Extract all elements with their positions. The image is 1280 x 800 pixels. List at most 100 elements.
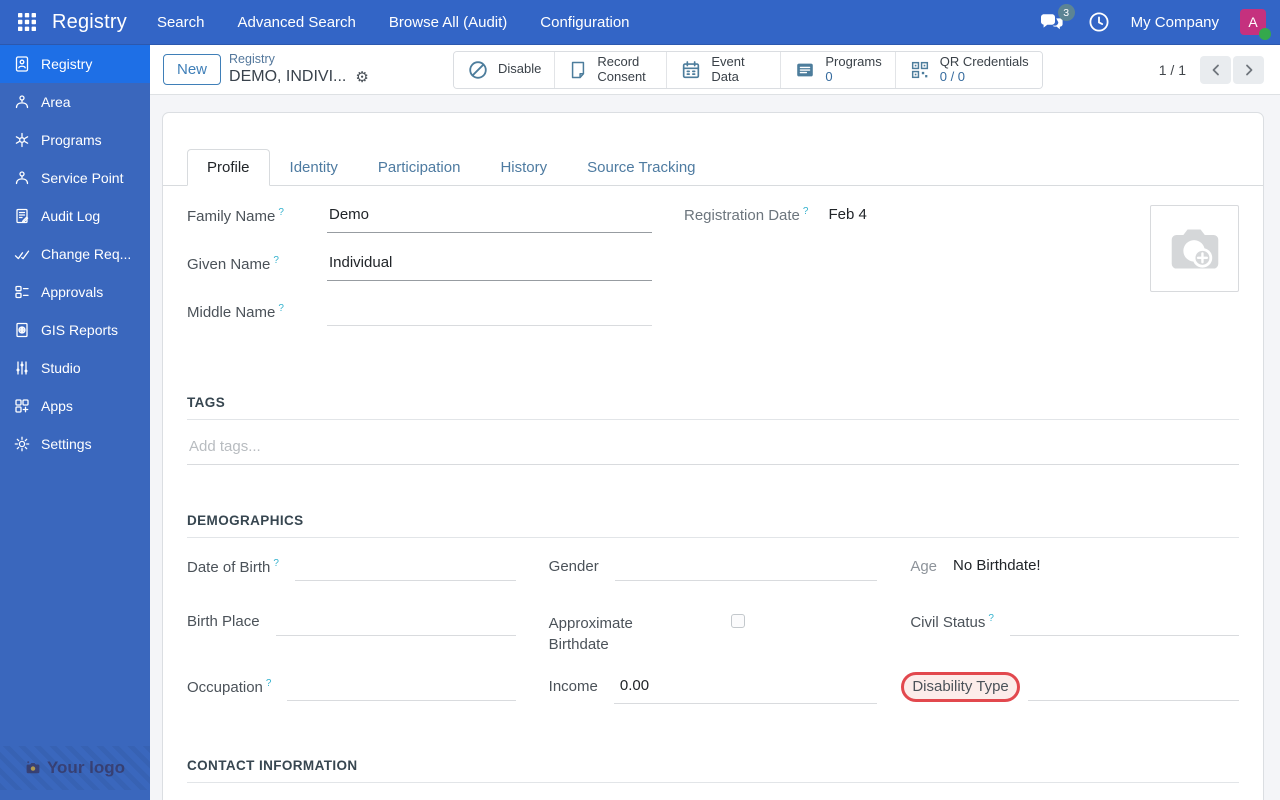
breadcrumb-parent-link[interactable]: Registry: [229, 52, 381, 67]
disability-type-highlight-ring: Disability Type: [901, 672, 1020, 702]
tab-participation[interactable]: Participation: [358, 149, 481, 186]
family-name-input[interactable]: Demo: [327, 206, 652, 233]
occupation-label: Occupation?: [187, 678, 272, 696]
tags-input[interactable]: [187, 438, 1239, 465]
sidebar-item-studio[interactable]: Studio: [0, 349, 150, 387]
logo-placeholder: Your logo: [0, 746, 150, 790]
clock-glyph: [1089, 12, 1109, 32]
button-label: QR Credentials: [939, 53, 1029, 69]
help-marker: ?: [802, 206, 809, 217]
menu-search[interactable]: Search: [149, 10, 213, 35]
list-card-icon: [797, 63, 814, 76]
messages-icon[interactable]: 3: [1039, 4, 1075, 34]
pager: 1 / 1: [1159, 55, 1264, 84]
help-marker: ?: [278, 303, 284, 314]
actions-gear-icon[interactable]: ⚙: [355, 70, 368, 85]
date-of-birth-label: Date of Birth?: [187, 558, 279, 576]
button-label: Disable: [498, 61, 542, 77]
pager-next-button[interactable]: [1233, 55, 1264, 84]
menu-browse-all-audit[interactable]: Browse All (Audit): [381, 10, 515, 35]
chat-badge: 3: [1057, 4, 1075, 21]
sidebar-item-registry[interactable]: Registry: [0, 45, 150, 83]
help-marker: ?: [988, 613, 994, 624]
button-label: Programs: [825, 53, 882, 69]
menu-advanced-search[interactable]: Advanced Search: [229, 10, 363, 35]
programs-button[interactable]: Programs 0: [781, 51, 896, 88]
registration-date-value: Feb 4: [828, 206, 867, 223]
action-button-group: Disable Record Consent Event Data Progra…: [453, 50, 1043, 89]
app-title[interactable]: Registry: [52, 11, 127, 34]
activities-clock-icon[interactable]: [1088, 11, 1110, 33]
record-consent-button[interactable]: Record Consent: [555, 51, 668, 88]
sidebar-item-label: Apps: [41, 398, 73, 414]
help-marker: ?: [278, 207, 284, 218]
middle-name-label: Middle Name?: [187, 303, 284, 321]
occupation-input[interactable]: [287, 677, 516, 701]
grid-glyph: [18, 13, 36, 31]
family-name-label: Family Name?: [187, 207, 284, 225]
given-name-input[interactable]: Individual: [327, 254, 652, 281]
chevron-left-icon: [1212, 64, 1219, 75]
photo-upload-placeholder[interactable]: [1150, 205, 1239, 292]
sidebar-item-apps[interactable]: Apps: [0, 387, 150, 425]
sidebar-item-approvals[interactable]: Approvals: [0, 273, 150, 311]
sidebar-item-area[interactable]: Area: [0, 83, 150, 121]
sidebar-item-change-requests[interactable]: Change Req...: [0, 235, 150, 273]
approval-list-icon: [15, 285, 29, 299]
disable-button[interactable]: Disable: [454, 51, 556, 88]
event-data-button[interactable]: Event Data: [667, 51, 782, 88]
sidebar-item-service-point[interactable]: Service Point: [0, 159, 150, 197]
civil-status-input[interactable]: [1009, 612, 1239, 636]
sidebar-item-label: Programs: [41, 132, 102, 148]
top-menu: Search Advanced Search Browse All (Audit…: [149, 10, 638, 35]
gender-input[interactable]: [614, 557, 878, 581]
sidebar-item-label: Studio: [41, 360, 81, 376]
date-of-birth-input[interactable]: [294, 557, 516, 581]
main-content: Profile Identity Participation History S…: [150, 95, 1280, 800]
menu-configuration[interactable]: Configuration: [532, 10, 637, 35]
control-panel: New Registry DEMO, INDIVI... ⚙ Disable R…: [150, 45, 1280, 95]
age-value: No Birthdate!: [953, 557, 1041, 574]
document-pencil-icon: [16, 208, 29, 224]
form-sheet: Profile Identity Participation History S…: [162, 112, 1264, 800]
middle-name-input[interactable]: [327, 302, 652, 326]
name-fields-column: Family Name? Demo Given Name? Individual…: [187, 206, 652, 347]
tab-identity[interactable]: Identity: [270, 149, 358, 186]
demographics-grid: Date of Birth? Gender Age No Birthdate! …: [187, 557, 1239, 710]
sidebar-item-settings[interactable]: Settings: [0, 425, 150, 463]
tags-section-heading: TAGS: [187, 395, 1239, 420]
chevron-right-icon: [1245, 64, 1252, 75]
new-button[interactable]: New: [163, 54, 222, 85]
sidebar-item-label: Service Point: [41, 170, 124, 186]
qr-code-icon: [911, 61, 928, 78]
sidebar-item-label: GIS Reports: [41, 322, 119, 338]
sliders-icon: [16, 361, 28, 375]
button-label: Event Data: [711, 53, 745, 84]
contact-section-heading: CONTACT INFORMATION: [187, 758, 1239, 783]
presence-dot: [1259, 28, 1271, 40]
help-marker: ?: [273, 558, 279, 569]
tab-source-tracking[interactable]: Source Tracking: [567, 149, 715, 186]
qr-credentials-button[interactable]: QR Credentials 0 / 0: [895, 51, 1042, 88]
disability-type-label: Disability Type: [912, 678, 1009, 695]
map-document-icon: [16, 322, 28, 338]
company-menu[interactable]: My Company: [1131, 14, 1219, 31]
sidebar-item-label: Registry: [41, 56, 93, 72]
income-input[interactable]: 0.00: [613, 677, 878, 704]
civil-status-label: Civil Status?: [910, 613, 994, 631]
tab-profile[interactable]: Profile: [187, 149, 270, 186]
user-avatar[interactable]: A: [1240, 9, 1271, 40]
top-navbar: Registry Search Advanced Search Browse A…: [0, 0, 1280, 45]
approximate-birthdate-checkbox[interactable]: [730, 614, 745, 628]
pager-previous-button[interactable]: [1200, 55, 1231, 84]
sidebar-item-gis-reports[interactable]: GIS Reports: [0, 311, 150, 349]
apps-grid-icon[interactable]: [12, 7, 42, 37]
disability-type-input[interactable]: [1027, 677, 1239, 701]
sidebar-item-audit-log[interactable]: Audit Log: [0, 197, 150, 235]
sidebar-item-label: Change Req...: [41, 246, 132, 262]
demographics-section-heading: DEMOGRAPHICS: [187, 513, 1239, 538]
birth-place-input[interactable]: [275, 612, 516, 636]
tab-history[interactable]: History: [480, 149, 567, 186]
gear-icon: [14, 436, 30, 452]
sidebar-item-programs[interactable]: Programs: [0, 121, 150, 159]
